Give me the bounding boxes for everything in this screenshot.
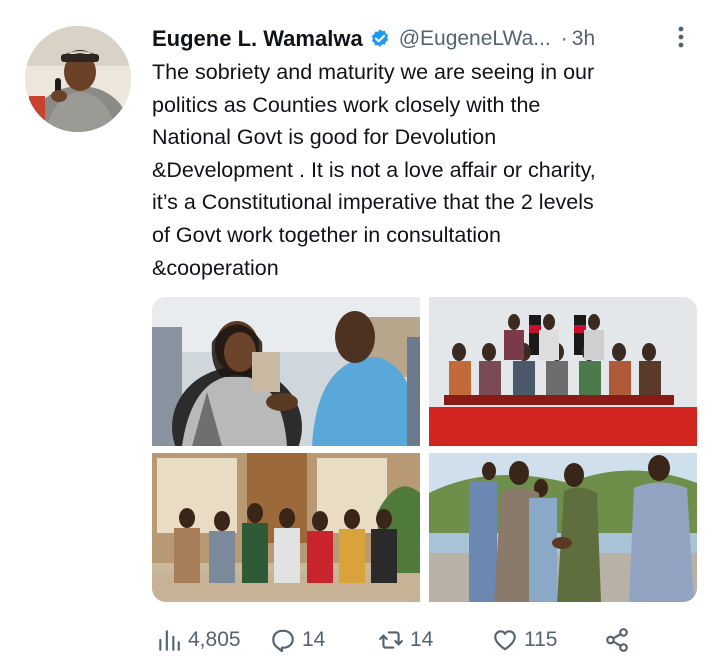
like-button[interactable]: 115 [492,622,557,658]
tweet-line: &Development . It is not a love affair o… [152,157,596,182]
retweet-button[interactable]: 14 [378,622,433,658]
retweet-icon [379,631,403,649]
more-vertical-icon[interactable] [673,24,689,50]
tweet-line: of Govt work together in consultation [152,222,501,247]
verified-badge-icon [369,28,391,50]
tweet-header: Eugene L. Wamalwa @EugeneLWa... · 3h [152,24,692,54]
tweet-photo-2[interactable] [429,297,697,446]
tweet-line: politics as Counties work closely with t… [152,92,541,117]
tweet-photo-3[interactable] [152,453,420,602]
tweet-photo-4[interactable] [429,453,697,602]
author-name[interactable]: Eugene L. Wamalwa [152,26,363,52]
author-avatar[interactable] [25,26,131,132]
like-count: 115 [524,628,558,651]
tweet-timestamp[interactable]: 3h [572,27,595,51]
author-handle[interactable]: @EugeneLWa... [399,27,551,51]
tweet-text: The sobriety and maturity we are seeing … [152,56,697,284]
tweet-action-bar: 4,805 14 14 115 [152,622,697,658]
views-button[interactable]: 4,805 [156,622,241,658]
analytics-icon [159,630,180,651]
heart-icon [494,630,516,651]
tweet-line: The sobriety and maturity we are seeing … [152,60,595,84]
tweet-line: &cooperation [152,255,279,280]
retweet-count: 14 [410,628,434,651]
reply-count: 14 [302,628,326,651]
tweet-line: National Govt is good for Devolution [152,125,497,150]
views-count: 4,805 [188,628,241,651]
share-button[interactable] [604,622,630,658]
tweet-photo-1[interactable] [152,297,420,446]
share-icon [606,628,628,652]
tweet-line: it’s a Constitutional imperative that th… [152,190,594,215]
reply-icon [272,629,294,653]
reply-button[interactable]: 14 [270,622,325,658]
separator-dot: · [560,27,568,50]
